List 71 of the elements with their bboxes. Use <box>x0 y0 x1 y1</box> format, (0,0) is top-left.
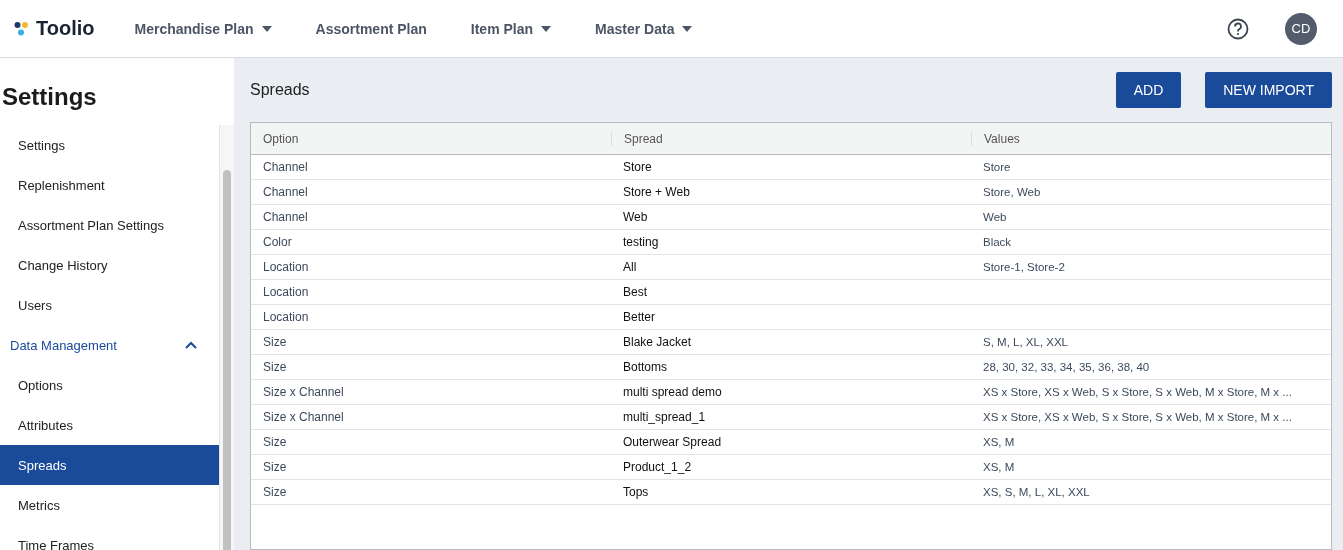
table-cell-text: Channel <box>262 185 309 199</box>
sidebar-item[interactable]: Time Frames <box>0 525 219 550</box>
chevron-icon <box>185 341 197 349</box>
table-cell-text: Location <box>262 260 310 274</box>
table-cell-text: Black <box>982 236 1013 248</box>
table-cell-text: Bottoms <box>622 360 668 374</box>
table-cell-text: XS, M <box>982 436 1016 448</box>
page-title: Spreads <box>250 81 310 99</box>
table-cell-text: multi spread demo <box>622 385 723 399</box>
sidebar-item[interactable]: Attributes <box>0 405 219 445</box>
table-cell-text: Store-1, Store-2 <box>982 261 1066 273</box>
table-cell-text: Best <box>622 285 648 299</box>
table-cell-text: Size <box>262 485 288 499</box>
column-header[interactable]: Values <box>971 131 1331 146</box>
nav-menu-item[interactable]: Merchandise Plan <box>120 14 286 43</box>
caret-icon <box>541 25 552 32</box>
user-avatar[interactable]: CD <box>1285 12 1317 45</box>
sidebar-item[interactable]: Spreads <box>0 445 219 485</box>
nav-menu-item[interactable]: Item Plan <box>456 14 566 43</box>
table-cell-text: Tops <box>622 485 650 499</box>
table-cell-text: Product_1_2 <box>622 460 693 474</box>
sidebar-item[interactable]: Metrics <box>0 485 219 525</box>
table-cell-text: Outerwear Spread <box>622 435 723 449</box>
column-header[interactable]: Spread <box>611 131 971 146</box>
help-icon[interactable] <box>1227 17 1249 40</box>
action-button[interactable]: NEW IMPORT <box>1205 72 1332 108</box>
table-cell-text: Blake Jacket <box>622 335 693 349</box>
table-cell-text: Color <box>262 235 293 249</box>
table-cell-text: Size x Channel <box>262 385 345 399</box>
table-cell-text: Size <box>262 360 288 374</box>
table-cell-text: 28, 30, 32, 33, 34, 35, 36, 38, 40 <box>982 361 1151 373</box>
table-cell-text: Location <box>262 285 310 299</box>
table-cell-text: Store <box>622 160 653 174</box>
table-cell-text: XS x Store, XS x Web, S x Store, S x Web, M x Store, M x ... <box>982 386 1293 398</box>
table-cell-text: Location <box>262 310 310 324</box>
caret-icon <box>261 25 272 32</box>
table-cell-text: Size <box>262 460 288 474</box>
table-cell-text: Store + Web <box>622 185 691 199</box>
sidebar-title: Settings <box>2 83 98 111</box>
table-cell-text: XS x Store, XS x Web, S x Store, S x Web, M x Store, M x ... <box>982 411 1293 423</box>
sidebar-item[interactable]: Replenishment <box>0 165 219 205</box>
table-cell-text: Channel <box>262 160 309 174</box>
table-cell-text: multi_spread_1 <box>622 410 707 424</box>
table-cell-text: Size <box>262 335 288 349</box>
sidebar-item[interactable]: Users <box>0 285 219 325</box>
nav-menu-item[interactable]: Master Data <box>581 14 707 43</box>
column-header[interactable]: Option <box>251 131 611 146</box>
scrollbar-thumb[interactable] <box>223 170 231 550</box>
table-cell-text: Better <box>622 310 656 324</box>
table-cell-text: testing <box>622 235 660 249</box>
table-cell-text: Web <box>622 210 649 224</box>
nav-menu-item[interactable]: Assortment Plan <box>301 14 441 43</box>
sidebar-section[interactable]: Data Management <box>0 325 219 365</box>
table-cell-text: Store, Web <box>982 186 1042 198</box>
table-cell-text: Size x Channel <box>262 410 345 424</box>
table-cell-text: Store <box>982 161 1012 173</box>
table-cell-text: S, M, L, XL, XXL <box>982 336 1069 348</box>
table-cell-text: XS, S, M, L, XL, XXL <box>982 486 1091 498</box>
logo-icon <box>14 20 30 37</box>
table-cell-text: Channel <box>262 210 309 224</box>
table-cell-text: All <box>622 260 638 274</box>
table-cell-text: XS, M <box>982 461 1016 473</box>
sidebar-item[interactable]: Options <box>0 365 219 405</box>
caret-icon <box>682 25 693 32</box>
sidebar-item[interactable]: Settings <box>0 125 219 165</box>
logo-text: Toolio <box>36 17 95 40</box>
sidebar-item[interactable]: Assortment Plan Settings <box>0 205 219 245</box>
action-button[interactable]: ADD <box>1115 72 1182 108</box>
sidebar-item[interactable]: Change History <box>0 245 219 285</box>
table-cell-text: Web <box>982 211 1008 223</box>
table-cell-text: Size <box>262 435 288 449</box>
